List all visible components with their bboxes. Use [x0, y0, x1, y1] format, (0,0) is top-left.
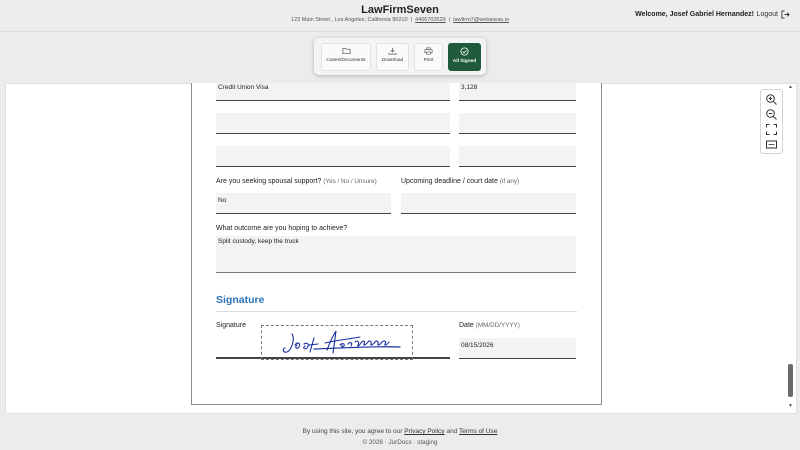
logout-icon — [781, 10, 790, 19]
debt-name-value-1: Credit Union Visa — [218, 84, 269, 91]
spousal-support-hint: (Yes / No / Unsure) — [323, 178, 377, 185]
all-signed-label: All Signed — [452, 59, 477, 64]
date-hint: (MM/DD/YYYY) — [475, 322, 520, 329]
date-question: Date (MM/DD/YYYY) — [459, 322, 520, 329]
scroll-up-arrow[interactable]: ▲ — [788, 84, 793, 90]
firm-phone-link[interactable]: 4406703529 — [415, 17, 446, 23]
print-button[interactable]: Print — [414, 43, 443, 71]
privacy-policy-link[interactable]: Privacy Policy — [404, 428, 444, 435]
terms-of-use-link[interactable]: Terms of Use — [459, 428, 497, 435]
debt-amount-field-3[interactable] — [459, 146, 576, 167]
outcome-value: Split custody, keep the truck — [218, 238, 299, 245]
deadline-label: Upcoming deadline / court date — [401, 178, 498, 185]
firm-email-link[interactable]: lawfirm7@webareas.io — [453, 17, 509, 23]
outcome-label: What outcome are you hoping to achieve? — [216, 225, 348, 232]
check-circle-icon — [460, 47, 469, 56]
fit-width-icon[interactable] — [765, 138, 778, 151]
deadline-field[interactable] — [401, 193, 576, 214]
download-icon — [388, 47, 397, 55]
spousal-support-label: Are you seeking spousal support? — [216, 178, 322, 185]
spousal-support-value: No — [218, 197, 227, 204]
folder-icon — [342, 47, 350, 55]
all-signed-button[interactable]: All Signed — [448, 43, 481, 71]
cases-documents-label: Cases/Documents — [326, 58, 366, 63]
firm-address: 123 Main Street , Los Angeles, Californi… — [291, 17, 408, 23]
footer-copyright: © 2026 · JurDocs · staging — [362, 439, 438, 446]
date-field[interactable]: 08/15/2026 — [459, 338, 576, 359]
zoom-out-icon[interactable] — [765, 108, 778, 121]
debt-name-field-2[interactable] — [216, 113, 450, 134]
logout-label: Logout — [756, 11, 778, 18]
zoom-toolbar — [760, 89, 783, 154]
logout-button[interactable]: Logout — [757, 10, 790, 19]
date-value: 08/15/2026 — [461, 342, 494, 349]
document-page: Credit Union Visa 3,128 Are you seeking … — [191, 83, 602, 405]
printer-icon — [424, 47, 433, 55]
document-toolbar: Cases/Documents Download Print All Signe… — [314, 38, 486, 75]
welcome-message: Welcome, Josef Gabriel Hernandez! — [635, 11, 754, 18]
app-header: LawFirmSeven 123 Main Street , Los Angel… — [0, 0, 800, 32]
download-label: Download — [381, 58, 404, 63]
footer-consent: By using this site, you agree to our Pri… — [0, 428, 800, 435]
download-button[interactable]: Download — [376, 43, 409, 71]
section-divider — [216, 311, 577, 312]
footer-and: and — [446, 428, 458, 435]
spousal-support-question: Are you seeking spousal support? (Yes / … — [216, 178, 377, 185]
zoom-in-icon[interactable] — [765, 93, 778, 106]
fit-screen-icon[interactable] — [765, 123, 778, 136]
date-label: Date — [459, 322, 474, 329]
cases-documents-button[interactable]: Cases/Documents — [321, 43, 371, 71]
handwritten-signature — [282, 330, 401, 354]
footer-consent-text: By using this site, you agree to our — [302, 428, 403, 435]
scrollbar-thumb[interactable] — [788, 364, 793, 397]
print-label: Print — [423, 58, 434, 63]
debt-amount-field-2[interactable] — [459, 113, 576, 134]
signature-label: Signature — [216, 322, 246, 329]
debt-name-field-1[interactable]: Credit Union Visa — [216, 83, 450, 101]
debt-name-field-3[interactable] — [216, 146, 450, 167]
deadline-hint: (if any) — [499, 178, 520, 185]
debt-amount-field-1[interactable]: 3,128 — [459, 83, 576, 101]
spousal-support-field[interactable]: No — [216, 193, 391, 214]
debt-amount-value-1: 3,128 — [461, 84, 478, 91]
deadline-question: Upcoming deadline / court date (if any) — [401, 178, 519, 185]
outcome-textarea[interactable]: Split custody, keep the truck — [216, 236, 576, 273]
signature-heading: Signature — [216, 294, 265, 306]
signature-box[interactable] — [261, 325, 413, 360]
scroll-down-arrow[interactable]: ▼ — [788, 403, 793, 409]
